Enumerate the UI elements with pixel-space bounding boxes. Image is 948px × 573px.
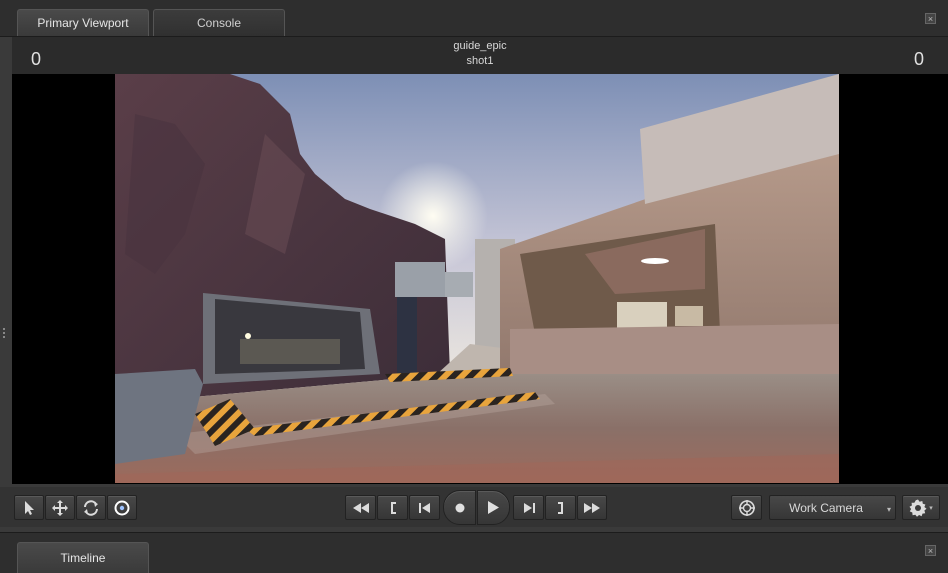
tab-primary-viewport[interactable]: Primary Viewport bbox=[17, 9, 149, 36]
primary-viewport[interactable]: 0 guide_epic shot1 0 bbox=[12, 37, 948, 484]
bottom-tab-bar: Timeline × bbox=[0, 532, 948, 573]
record-dot-icon bbox=[455, 503, 464, 512]
rewind-icon bbox=[352, 502, 369, 513]
viewport-header: 0 guide_epic shot1 0 bbox=[12, 37, 948, 74]
target-circle-icon bbox=[114, 500, 130, 515]
viewport-settings-button[interactable]: ▾ bbox=[902, 495, 940, 520]
close-icon: × bbox=[927, 14, 934, 24]
camera-view-button[interactable] bbox=[731, 495, 762, 520]
frame-end-readout: 0 bbox=[913, 49, 924, 69]
close-icon: × bbox=[927, 546, 934, 556]
gear-icon bbox=[909, 499, 927, 517]
top-tab-bar: Primary Viewport Console × bbox=[0, 0, 948, 37]
chevron-down-icon: ▾ bbox=[886, 505, 891, 514]
bracket-right-icon bbox=[557, 501, 563, 514]
shot-name: shot1 bbox=[466, 55, 494, 67]
close-panel-button[interactable]: × bbox=[925, 545, 936, 556]
mark-out-button[interactable] bbox=[545, 495, 576, 520]
tab-console[interactable]: Console bbox=[153, 9, 285, 36]
camera-select-dropdown[interactable]: Work Camera ▾ bbox=[769, 495, 896, 520]
stop-button[interactable] bbox=[443, 490, 476, 525]
transport-controls bbox=[345, 490, 607, 526]
move-arrows-icon bbox=[52, 499, 68, 516]
left-splitter-handle[interactable] bbox=[3, 328, 6, 340]
viewport-render[interactable] bbox=[115, 74, 839, 483]
rewind-button[interactable] bbox=[345, 495, 376, 520]
camera-select-value: Work Camera bbox=[789, 501, 863, 515]
viewport-controls: Work Camera ▾ ▾ bbox=[0, 487, 948, 527]
rotate-icon bbox=[84, 499, 98, 516]
fast-forward-button[interactable] bbox=[577, 495, 607, 520]
step-forward-button[interactable] bbox=[513, 495, 544, 520]
mark-in-button[interactable] bbox=[377, 495, 408, 520]
orbit-tool-button[interactable] bbox=[107, 495, 137, 520]
session-name: guide_epic bbox=[453, 40, 507, 52]
panel-splitter-handle[interactable] bbox=[470, 527, 484, 540]
move-tool-button[interactable] bbox=[45, 495, 75, 520]
tab-label: Console bbox=[196, 16, 242, 30]
tab-label: Timeline bbox=[60, 551, 106, 565]
skip-forward-icon bbox=[523, 502, 535, 513]
fast-forward-icon bbox=[584, 502, 600, 513]
play-icon bbox=[488, 501, 499, 514]
play-button[interactable] bbox=[477, 490, 510, 525]
select-tool-button[interactable] bbox=[14, 495, 44, 520]
skip-back-icon bbox=[418, 502, 430, 513]
rendered-scene-image bbox=[115, 74, 839, 483]
tab-label: Primary Viewport bbox=[37, 16, 129, 30]
rotate-tool-button[interactable] bbox=[76, 495, 106, 520]
step-back-button[interactable] bbox=[409, 495, 440, 520]
crosshair-icon bbox=[738, 499, 755, 516]
bracket-left-icon bbox=[390, 501, 396, 514]
chevron-down-icon: ▾ bbox=[929, 504, 933, 512]
arrow-cursor-icon bbox=[25, 500, 34, 515]
tab-timeline[interactable]: Timeline bbox=[17, 542, 149, 573]
close-panel-button[interactable]: × bbox=[925, 13, 936, 24]
